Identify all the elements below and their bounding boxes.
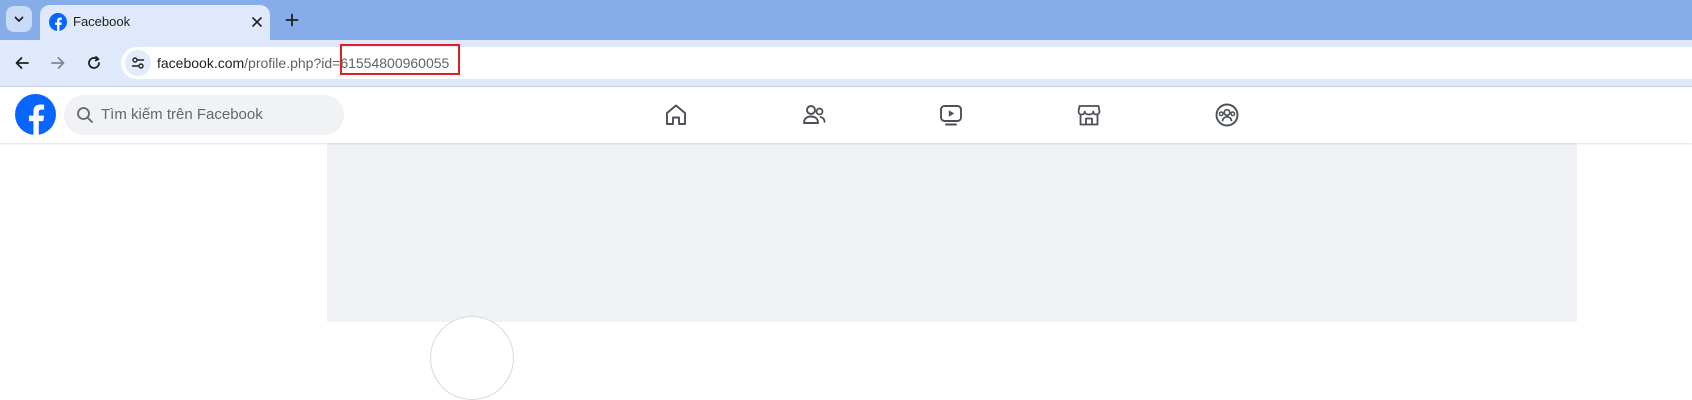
reload-button[interactable] [83, 52, 105, 74]
facebook-header: Tìm kiếm trên Facebook [0, 87, 1692, 143]
forward-button[interactable] [47, 52, 69, 74]
plus-icon [285, 13, 299, 27]
site-info-button[interactable] [125, 50, 151, 76]
close-icon [252, 17, 262, 27]
nav-home[interactable] [656, 96, 696, 134]
video-icon [940, 105, 962, 126]
nav-marketplace[interactable] [1069, 96, 1109, 134]
tune-icon [131, 57, 145, 69]
facebook-search-input[interactable]: Tìm kiếm trên Facebook [64, 95, 344, 135]
facebook-icon [49, 13, 67, 31]
facebook-logo[interactable] [15, 94, 56, 135]
marketplace-icon [1077, 105, 1101, 126]
nav-friends[interactable] [794, 96, 834, 134]
url-host: facebook.com [157, 55, 245, 71]
chevron-down-icon [14, 16, 24, 22]
arrow-right-icon [51, 57, 65, 69]
url-path: /profile.php?id= [244, 55, 341, 71]
new-tab-button[interactable] [281, 9, 303, 31]
profile-cover-area [327, 143, 1577, 322]
back-button[interactable] [11, 52, 33, 74]
profile-avatar[interactable] [430, 316, 514, 400]
browser-tab-strip: Facebook [0, 0, 1692, 40]
browser-tab[interactable]: Facebook [40, 5, 270, 40]
nav-video[interactable] [931, 96, 971, 134]
friends-icon [803, 105, 826, 124]
profile-id-highlight [340, 44, 460, 75]
tab-list-button[interactable] [6, 6, 32, 32]
reload-icon [88, 56, 100, 69]
arrow-left-icon [15, 57, 29, 69]
search-icon [77, 107, 93, 123]
tab-title: Facebook [73, 14, 131, 29]
search-placeholder: Tìm kiếm trên Facebook [101, 106, 263, 123]
browser-toolbar: facebook.com/profile.php?id=615548009600… [0, 40, 1692, 87]
groups-icon [1215, 103, 1239, 127]
tab-close-button[interactable] [248, 13, 266, 31]
nav-groups[interactable] [1207, 96, 1247, 134]
home-icon [666, 104, 686, 125]
